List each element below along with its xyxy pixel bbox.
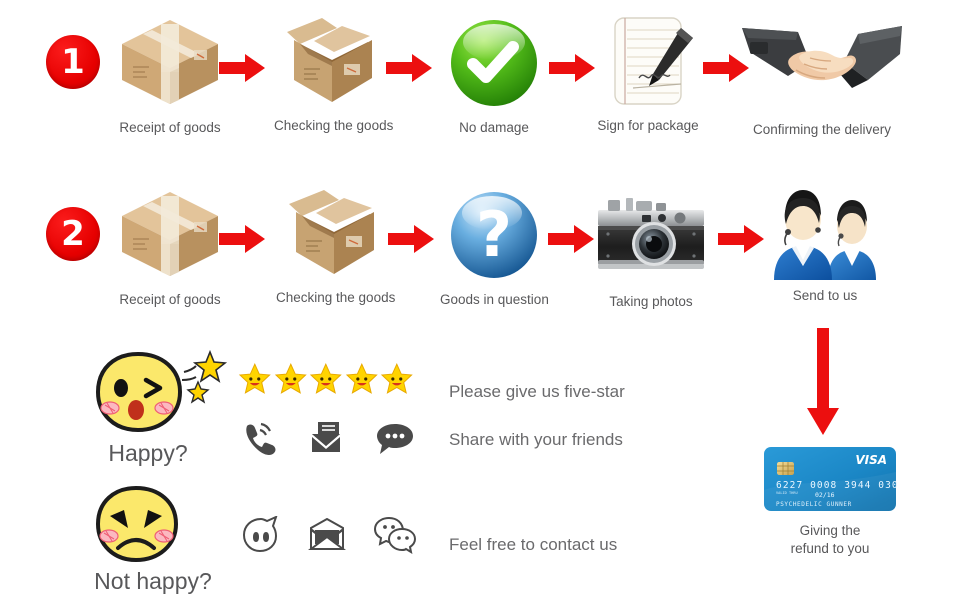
wechat-bubbles-icon[interactable]	[374, 516, 416, 554]
flow-row-1: 1 Receipt of goods Checking the goods No…	[0, 0, 960, 160]
flow-step-2-5: Send to us	[766, 186, 884, 310]
phone-ringing-icon[interactable]	[240, 420, 276, 456]
smiling-star-icon	[345, 362, 378, 394]
smiling-star-icon	[238, 362, 271, 394]
green-check-circle-icon	[451, 20, 537, 106]
flow-step-label: Checking the goods	[274, 118, 394, 133]
chat-bubble-dots-icon[interactable]	[376, 422, 414, 456]
nothappy-caption: Not happy?	[94, 568, 212, 594]
svg-text:?: ?	[476, 198, 512, 271]
refund-caption-line1: Giving the	[799, 523, 861, 538]
card-expiry-text: 02/16	[815, 491, 835, 499]
red-right-arrow-icon	[548, 225, 594, 253]
flow-step-1-4: Sign for package	[595, 14, 701, 138]
qq-penguin-bubble-icon[interactable]	[240, 516, 278, 554]
flow-step-label: Goods in question	[440, 292, 549, 307]
red-right-arrow-icon	[718, 225, 764, 253]
customer-service-agents-icon	[774, 190, 876, 280]
flow-step-1-2: Checking the goods	[274, 10, 394, 138]
smiling-star-icon	[381, 362, 414, 394]
smiling-star-icon	[310, 362, 342, 394]
card-holder-text: PSYCHEDELIC GUNNER	[776, 501, 852, 508]
step-badge-2: 2	[46, 207, 100, 261]
flow-step-label: Confirming the delivery	[752, 122, 892, 137]
closed-parcel-box-icon	[122, 20, 218, 104]
five-star-text: Please give us five-star	[449, 382, 625, 401]
five-star-row	[238, 362, 414, 402]
flow-step-label: Checking the goods	[276, 290, 396, 305]
flow-row-2: 2 Receipt of goods Checking the goods ? …	[0, 178, 960, 328]
flow-step-2-2: Checking the goods	[276, 182, 396, 310]
smiling-star-icon	[274, 362, 307, 394]
envelope-letter-icon[interactable]	[308, 420, 344, 456]
happy-caption: Happy?	[108, 440, 188, 466]
handshake-icon	[742, 26, 902, 88]
flow-step-label: Taking photos	[609, 294, 693, 309]
open-cardboard-box-icon	[287, 18, 372, 102]
flow-step-1-1: Receipt of goods	[113, 14, 227, 138]
open-envelope-icon[interactable]	[308, 518, 346, 554]
refund-caption-line2: refund to you	[790, 541, 870, 556]
flow-step-label: Receipt of goods	[119, 120, 221, 135]
card-valid-label: VALID THRU	[776, 491, 798, 495]
open-cardboard-box-icon	[289, 190, 374, 274]
contact-text: Feel free to contact us	[449, 535, 618, 554]
flow-step-label: Send to us	[792, 288, 858, 303]
red-right-arrow-icon	[219, 225, 265, 253]
happy-winking-face-icon	[95, 349, 228, 433]
flow-step-2-4: Taking photos	[592, 196, 710, 310]
red-right-arrow-icon	[219, 54, 265, 82]
red-right-arrow-icon	[549, 54, 595, 82]
refund-card-block: VISA 6227 0008 3944 0300 VALID THRU 02/1…	[757, 446, 903, 556]
flow-step-label: Sign for package	[597, 118, 699, 133]
flow-step-2-1: Receipt of goods	[113, 186, 227, 310]
visa-credit-card-icon: VISA 6227 0008 3944 0300 VALID THRU 02/1…	[764, 447, 897, 512]
share-icon-row	[240, 418, 416, 458]
closed-parcel-box-icon	[122, 192, 218, 276]
blue-question-circle-icon: ?	[451, 192, 537, 278]
flow-step-1-3: No damage	[440, 16, 548, 138]
angry-face-icon	[95, 485, 179, 563]
step-badge-1: 1	[46, 35, 100, 89]
flow-step-1-5: Confirming the delivery	[740, 18, 904, 138]
flow-step-label: Receipt of goods	[119, 292, 221, 307]
feedback-happy-block: Happy?	[88, 348, 228, 466]
contact-icon-row	[240, 514, 416, 558]
feedback-nothappy-block: Not happy?	[88, 484, 228, 594]
card-number-text: 6227 0008 3944 0300	[776, 480, 897, 491]
red-down-arrow-icon	[807, 328, 839, 435]
red-right-arrow-icon	[388, 225, 434, 253]
signed-notepad-icon	[614, 17, 693, 105]
share-text: Share with your friends	[449, 430, 623, 449]
card-brand-text: VISA	[855, 453, 887, 467]
red-right-arrow-icon	[386, 54, 432, 82]
vintage-camera-icon	[598, 198, 704, 269]
flow-step-2-3: ? Goods in question	[440, 188, 549, 310]
flow-step-label: No damage	[459, 120, 529, 135]
